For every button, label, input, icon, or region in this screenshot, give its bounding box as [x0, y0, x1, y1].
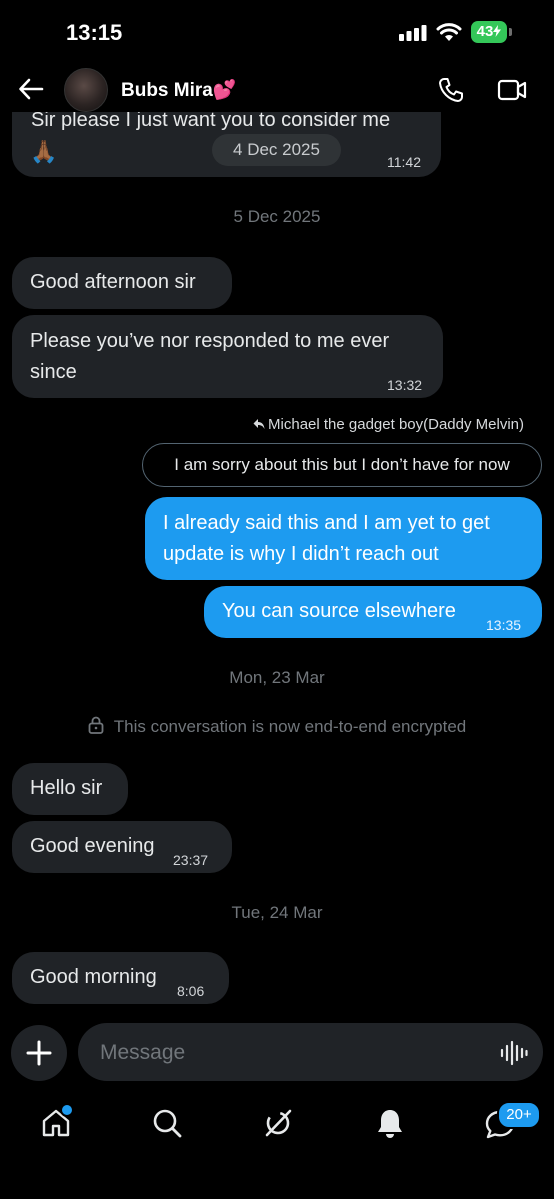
praying-hands-emoji: 🙏🏾: [30, 139, 58, 164]
message-text: Hello sir: [30, 777, 103, 799]
date-separator: Mon, 23 Mar: [229, 668, 325, 687]
encryption-notice: This conversation is now end-to-end encr…: [0, 716, 554, 737]
date-separator: 5 Dec 2025: [233, 207, 321, 226]
message-bubble-outgoing[interactable]: You can source elsewhere 13:35: [204, 586, 542, 638]
video-call-icon[interactable]: [497, 77, 527, 103]
message-text: Good morning: [30, 966, 157, 988]
battery-level: 43: [476, 23, 494, 40]
contact-name[interactable]: Bubs Mira💕: [121, 78, 237, 102]
grok-icon[interactable]: [262, 1107, 294, 1139]
reply-to-name: Michael the gadget boy(Daddy Melvin): [268, 416, 524, 433]
quoted-message[interactable]: I am sorry about this but I don’t have f…: [142, 443, 542, 487]
message-bubble-incoming[interactable]: Good afternoon sir: [12, 257, 232, 309]
cellular-signal-icon: [399, 25, 427, 41]
notifications-icon[interactable]: [374, 1107, 406, 1139]
message-text-line-2: since: [30, 361, 77, 383]
wifi-icon: [436, 23, 462, 41]
message-text-line-1: Please you’ve nor responded to me ever: [30, 330, 390, 352]
back-arrow-icon[interactable]: [18, 76, 44, 102]
reply-arrow-icon: [253, 419, 265, 429]
message-bubble-incoming[interactable]: Good evening 23:37: [12, 821, 232, 873]
message-text: You can source elsewhere: [222, 600, 456, 622]
avatar[interactable]: [64, 68, 108, 112]
message-text: Good evening: [30, 835, 155, 857]
message-bubble-outgoing[interactable]: I already said this and I am yet to get …: [145, 497, 542, 580]
voice-message-icon[interactable]: [499, 1040, 529, 1066]
search-icon[interactable]: [151, 1107, 183, 1139]
date-separator: Tue, 24 Mar: [231, 903, 323, 922]
floating-date-pill: 4 Dec 2025: [212, 134, 341, 166]
message-bubble-incoming[interactable]: Hello sir: [12, 763, 128, 815]
message-time: 11:42: [387, 154, 421, 170]
message-time: 8:06: [177, 983, 205, 999]
message-bubble-incoming[interactable]: Good morning 8:06: [12, 952, 229, 1004]
message-time: 13:32: [387, 377, 423, 393]
message-text-line-2: update is why I didn’t reach out: [163, 543, 439, 565]
phone-call-icon[interactable]: [437, 76, 465, 104]
status-time-overlay: 13:15: [66, 20, 123, 45]
home-notification-dot: [60, 1103, 74, 1117]
battery-icon: 43: [471, 21, 513, 43]
message-input-container[interactable]: [78, 1023, 543, 1083]
add-attachment-button[interactable]: [11, 1025, 67, 1081]
plus-icon: [26, 1040, 52, 1066]
message-time: 13:35: [486, 617, 522, 633]
messages-badge: 20+: [497, 1101, 541, 1129]
lock-icon: [88, 716, 104, 734]
message-bubble-incoming[interactable]: Please you’ve nor responded to me ever s…: [12, 315, 443, 398]
reply-to-label: Michael the gadget boy(Daddy Melvin): [253, 416, 524, 433]
message-time: 23:37: [173, 852, 209, 868]
encryption-notice-text: This conversation is now end-to-end encr…: [113, 717, 467, 736]
message-input[interactable]: [98, 1023, 482, 1083]
message-text: Good afternoon sir: [30, 271, 196, 293]
message-text-line-1: I already said this and I am yet to get: [163, 512, 490, 534]
